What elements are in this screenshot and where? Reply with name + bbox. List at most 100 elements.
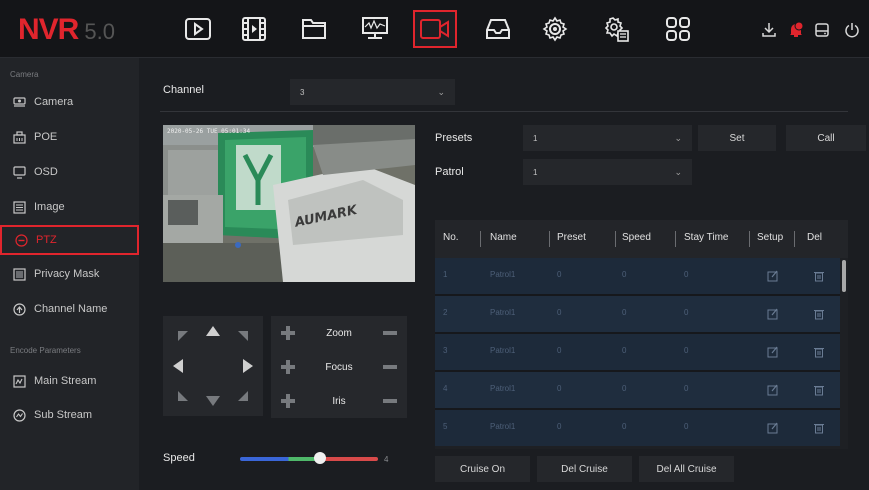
grid-apps-icon[interactable] — [658, 11, 698, 47]
delete-icon[interactable] — [813, 307, 825, 320]
camera-settings-icon[interactable] — [413, 10, 457, 48]
sidebar-item-label: POE — [34, 131, 58, 143]
zoom-out-button[interactable] — [383, 326, 397, 340]
sidebar-item-label: Camera — [34, 96, 74, 108]
nvr-window: NVR 5.0 Camera Camera POE OSD Image PTZ … — [0, 0, 869, 490]
call-button[interactable]: Call — [786, 125, 866, 151]
sidebar-item-sub-stream[interactable]: Sub Stream — [0, 400, 139, 430]
network-monitor-icon[interactable] — [355, 11, 395, 47]
sidebar-item-main-stream[interactable]: Main Stream — [0, 366, 139, 396]
column-divider — [549, 231, 550, 247]
ptz-right-button[interactable] — [233, 351, 263, 381]
power-icon[interactable] — [842, 20, 862, 40]
del-all-cruise-button[interactable]: Del All Cruise — [639, 456, 734, 482]
zoom-label: Zoom — [326, 327, 352, 339]
edit-icon[interactable] — [767, 421, 779, 434]
table-row[interactable]: 2 Patrol1 0 0 0 — [435, 296, 840, 332]
set-button[interactable]: Set — [698, 125, 776, 151]
presets-value: 1 — [533, 133, 538, 143]
ptz-up-button[interactable] — [198, 316, 228, 346]
sub-stream-icon — [12, 408, 26, 422]
logo-version: 5.0 — [84, 19, 115, 44]
table-row[interactable]: 4 Patrol1 0 0 0 — [435, 372, 840, 408]
cell-stay-time: 0 — [684, 346, 689, 355]
chevron-down-icon: ⌄ — [674, 167, 682, 177]
cruise-on-button[interactable]: Cruise On — [435, 456, 530, 482]
delete-icon[interactable] — [813, 383, 825, 396]
delete-icon[interactable] — [813, 421, 825, 434]
iris-open-button[interactable] — [281, 394, 295, 408]
sidebar-item-ptz[interactable]: PTZ — [0, 225, 139, 255]
zoom-in-button[interactable] — [281, 326, 295, 340]
sidebar-item-channel-name[interactable]: Channel Name — [0, 294, 139, 324]
settings-gear-icon[interactable] — [535, 11, 575, 47]
column-header-setup: Setup — [757, 232, 784, 243]
edit-icon[interactable] — [767, 307, 779, 320]
alarm-bell-icon[interactable] — [786, 20, 806, 40]
presets-select[interactable]: 1 ⌄ — [523, 125, 692, 151]
ptz-up-left-button[interactable] — [168, 321, 198, 351]
ptz-left-button[interactable] — [163, 351, 193, 381]
focus-near-button[interactable] — [281, 360, 295, 374]
cell-no: 4 — [443, 384, 448, 393]
table-row[interactable]: 1 Patrol1 0 0 0 — [435, 258, 840, 294]
speed-slider-handle[interactable] — [314, 452, 326, 464]
sidebar-item-label: Privacy Mask — [34, 268, 100, 280]
sidebar-item-privacy-mask[interactable]: Privacy Mask — [0, 259, 139, 289]
speed-slider[interactable] — [240, 457, 378, 461]
column-header-no: No. — [443, 232, 459, 243]
column-divider — [480, 231, 481, 247]
cell-no: 2 — [443, 308, 448, 317]
cell-preset: 0 — [557, 308, 562, 317]
storage-icon[interactable] — [478, 11, 518, 47]
channel-label: Channel — [163, 84, 204, 96]
video-timestamp: 2020-05-26 TUE 05:01:34 — [167, 128, 250, 135]
system-config-icon[interactable] — [596, 11, 636, 47]
channel-select[interactable]: 3 ⌄ — [290, 79, 455, 105]
patrol-select[interactable]: 1 ⌄ — [523, 159, 692, 185]
table-scrollbar[interactable] — [842, 260, 846, 292]
edit-icon[interactable] — [767, 269, 779, 282]
cell-stay-time: 0 — [684, 422, 689, 431]
download-icon[interactable] — [759, 20, 779, 40]
sidebar-item-camera[interactable]: Camera — [0, 87, 139, 117]
cell-no: 3 — [443, 346, 448, 355]
table-header: No. Name Preset Speed Stay Time Setup De… — [435, 220, 848, 258]
edit-icon[interactable] — [767, 345, 779, 358]
edit-icon[interactable] — [767, 383, 779, 396]
sidebar-item-osd[interactable]: OSD — [0, 157, 139, 187]
video-clip-icon[interactable] — [234, 11, 274, 47]
video-preview: AUMARK 2020-05-26 TUE 05:01:34 — [163, 125, 415, 282]
del-cruise-button[interactable]: Del Cruise — [537, 456, 632, 482]
mask-icon — [12, 267, 26, 281]
column-header-stay-time: Stay Time — [684, 232, 729, 243]
ptz-down-right-button[interactable] — [228, 381, 258, 411]
folder-icon[interactable] — [294, 11, 334, 47]
camera-icon — [12, 95, 26, 109]
column-divider — [749, 231, 750, 247]
delete-icon[interactable] — [813, 269, 825, 282]
playback-icon[interactable] — [178, 11, 218, 47]
cell-preset: 0 — [557, 346, 562, 355]
cell-speed: 0 — [622, 384, 627, 393]
iris-close-button[interactable] — [383, 394, 397, 408]
sidebar-section-encode: Encode Parameters — [10, 346, 81, 355]
delete-icon[interactable] — [813, 345, 825, 358]
cell-name: Patrol1 — [490, 308, 516, 317]
sidebar-item-image[interactable]: Image — [0, 192, 139, 222]
chevron-down-icon: ⌄ — [674, 133, 682, 143]
table-row[interactable]: 5 Patrol1 0 0 0 — [435, 410, 840, 446]
cell-preset: 0 — [557, 270, 562, 279]
ptz-down-left-button[interactable] — [168, 381, 198, 411]
column-divider — [794, 231, 795, 247]
disk-icon[interactable] — [812, 20, 832, 40]
poe-icon — [12, 130, 26, 144]
logo-text: NVR — [18, 13, 79, 46]
column-header-name: Name — [490, 232, 517, 243]
focus-far-button[interactable] — [383, 360, 397, 374]
sidebar-item-poe[interactable]: POE — [0, 122, 139, 152]
ptz-down-button[interactable] — [198, 386, 228, 416]
table-row[interactable]: 3 Patrol1 0 0 0 — [435, 334, 840, 370]
cell-stay-time: 0 — [684, 270, 689, 279]
ptz-up-right-button[interactable] — [228, 321, 258, 351]
